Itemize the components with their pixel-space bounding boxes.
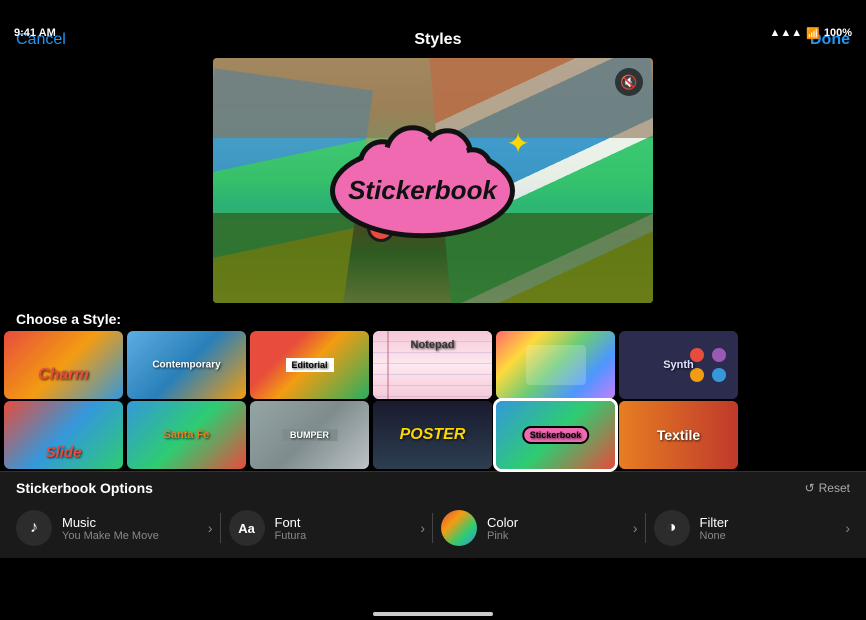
style-thumb-editorial[interactable]: Editorial bbox=[250, 331, 369, 399]
bottom-home-indicator bbox=[373, 612, 493, 616]
font-icon: Aa bbox=[238, 521, 255, 536]
option-font-name: Font bbox=[275, 515, 411, 530]
style-thumb-poster[interactable]: POSTER bbox=[373, 401, 492, 469]
font-icon-circle: Aa bbox=[229, 510, 265, 546]
option-music[interactable]: ♪ Music You Make Me Move › bbox=[8, 506, 221, 550]
status-right: ▲▲▲ 📶 100% bbox=[769, 27, 852, 40]
options-row: ♪ Music You Make Me Move › Aa Font Futur… bbox=[0, 502, 866, 554]
style-label-slide: Slide bbox=[46, 444, 82, 461]
style-label-textile: Textile bbox=[657, 427, 700, 443]
style-thumb-stickerbook[interactable]: Stickerbook bbox=[496, 401, 615, 469]
style-label-editorial: Editorial bbox=[285, 358, 333, 372]
style-label-bumper: BUMPER bbox=[282, 429, 337, 441]
music-icon: ♪ bbox=[30, 519, 38, 537]
filter-icon-circle: ◑ bbox=[654, 510, 690, 546]
music-icon-circle: ♪ bbox=[16, 510, 52, 546]
option-color[interactable]: ● Color Pink › bbox=[433, 506, 646, 550]
option-font-text: Font Futura bbox=[275, 515, 411, 542]
option-filter[interactable]: ◑ Filter None › bbox=[646, 506, 859, 550]
option-music-value: You Make Me Move bbox=[62, 530, 198, 542]
svg-text:Stickerbook: Stickerbook bbox=[348, 174, 498, 204]
style-label-contemporary: Contemporary bbox=[152, 360, 220, 371]
option-music-name: Music bbox=[62, 515, 198, 530]
reset-icon: ↺ bbox=[805, 481, 815, 495]
style-thumb-bumper[interactable]: BUMPER bbox=[250, 401, 369, 469]
style-label-poster: POSTER bbox=[400, 426, 466, 444]
wifi-icon: 📶 bbox=[806, 27, 820, 40]
mute-button[interactable]: 🔇 bbox=[615, 68, 643, 96]
option-filter-text: Filter None bbox=[700, 515, 836, 542]
style-thumb-slide[interactable]: Slide bbox=[4, 401, 123, 469]
style-thumb-notepad[interactable]: Notepad bbox=[373, 331, 492, 399]
status-bar: 9:41 AM ▲▲▲ 📶 100% bbox=[0, 22, 866, 44]
choose-style-label: Choose a Style: bbox=[0, 303, 866, 331]
option-color-text: Color Pink bbox=[487, 515, 623, 542]
styles-row-2: Slide Santa Fe BUMPER POSTER Stickerbook… bbox=[0, 401, 866, 471]
color-icon: ● bbox=[454, 519, 464, 537]
option-font-value: Futura bbox=[275, 530, 411, 542]
style-thumb-contemporary[interactable]: Contemporary bbox=[127, 331, 246, 399]
synth-dots bbox=[690, 348, 726, 382]
mute-icon: 🔇 bbox=[620, 74, 637, 91]
style-thumb-textile[interactable]: Textile bbox=[619, 401, 738, 469]
battery-icon: 100% bbox=[824, 27, 852, 39]
style-thumb-synth[interactable]: Synth bbox=[619, 331, 738, 399]
style-thumb-rainbow[interactable] bbox=[496, 331, 615, 399]
color-icon-circle: ● bbox=[441, 510, 477, 546]
reset-label: Reset bbox=[819, 481, 850, 495]
options-title: Stickerbook Options bbox=[16, 480, 153, 496]
style-label-notepad: Notepad bbox=[411, 339, 455, 351]
music-chevron-icon: › bbox=[208, 520, 213, 536]
styles-row-1: Charm Contemporary Editorial Notepad bbox=[0, 331, 866, 401]
options-section: Stickerbook Options ↺ Reset ♪ Music You … bbox=[0, 471, 866, 558]
option-color-name: Color bbox=[487, 515, 623, 530]
video-preview: Stickerbook ✦ 🔇 bbox=[213, 58, 653, 303]
option-filter-value: None bbox=[700, 530, 836, 542]
style-thumb-charm[interactable]: Charm bbox=[4, 331, 123, 399]
style-thumb-santafe[interactable]: Santa Fe bbox=[127, 401, 246, 469]
style-label-santafe: Santa Fe bbox=[164, 429, 210, 441]
option-color-value: Pink bbox=[487, 530, 623, 542]
signal-icon: ▲▲▲ bbox=[769, 27, 802, 39]
filter-chevron-icon: › bbox=[845, 520, 850, 536]
options-header: Stickerbook Options ↺ Reset bbox=[0, 480, 866, 502]
color-chevron-icon: › bbox=[633, 520, 638, 536]
style-label-stickerbook: Stickerbook bbox=[522, 426, 590, 444]
options-reset-button[interactable]: ↺ Reset bbox=[805, 481, 850, 495]
option-music-text: Music You Make Me Move bbox=[62, 515, 198, 542]
filter-icon: ◑ bbox=[667, 519, 677, 537]
option-font[interactable]: Aa Font Futura › bbox=[221, 506, 434, 550]
option-filter-name: Filter bbox=[700, 515, 836, 530]
font-chevron-icon: › bbox=[420, 520, 425, 536]
style-label-charm: Charm bbox=[38, 366, 89, 384]
status-time: 9:41 AM bbox=[14, 27, 56, 39]
style-label-synth: Synth bbox=[663, 359, 694, 371]
